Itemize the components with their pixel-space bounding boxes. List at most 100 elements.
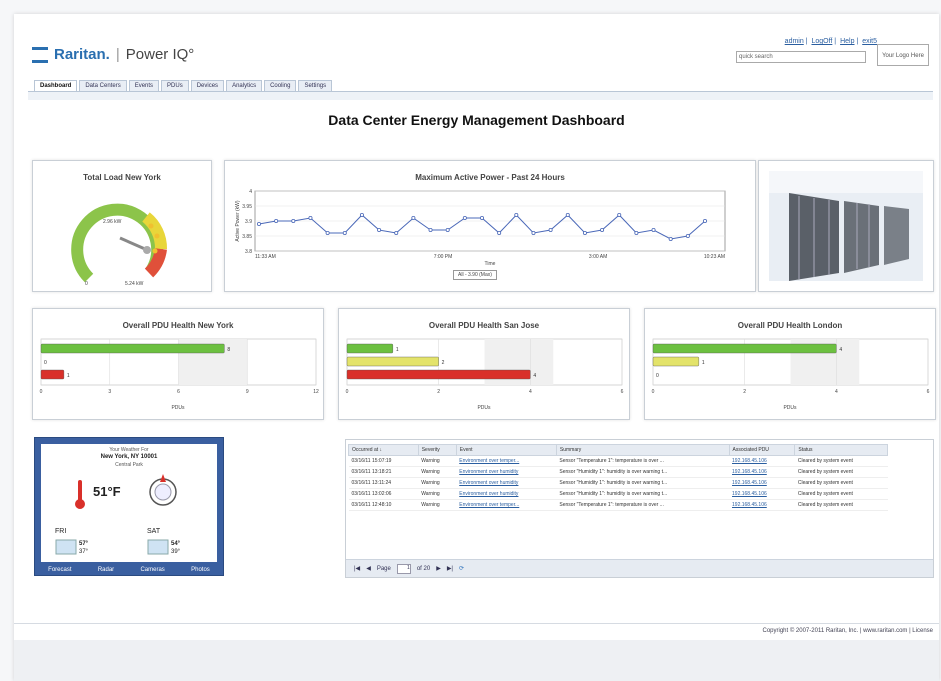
tab-cooling[interactable]: Cooling [264, 80, 297, 91]
cell-event-link[interactable]: Environment over humidity [456, 488, 557, 500]
power-data-point [582, 231, 587, 236]
tab-settings[interactable]: Settings [298, 80, 333, 91]
cell-pdu-link[interactable]: 192.168.45.106 [729, 455, 795, 467]
health-xlabel-new-york: PDUs [171, 405, 185, 411]
weather-link-photos[interactable]: Photos [191, 567, 210, 573]
power-data-point [497, 231, 502, 236]
link-logoff[interactable]: LogOff [811, 38, 832, 45]
cell-summary: Sensor "Temperature 1": temperature is o… [556, 455, 730, 467]
wind-direction-icon [160, 474, 166, 482]
next-page-icon[interactable]: ▶ [436, 565, 441, 572]
col-occurred-at[interactable]: Occurred at ↓ [348, 444, 419, 456]
page-number-input[interactable]: 1 [396, 563, 411, 574]
health-bar-label: 1 [702, 360, 705, 366]
refresh-icon[interactable]: ⟳ [459, 565, 464, 572]
cell-event-link[interactable]: Environment over temper... [456, 455, 557, 467]
table-row[interactable]: 03/16/11 13:11:24 Warning Environment ov… [348, 477, 888, 489]
gauge-panel: Total Load New York 2.96 kW 0 5.24 kW [32, 160, 212, 292]
weather-link-forecast[interactable]: Forecast [48, 567, 71, 573]
weather-content: Your Weather For New York, NY 10001 Cent… [41, 444, 217, 562]
link-exit[interactable]: exit5 [862, 38, 877, 45]
cell-summary: Sensor "Temperature 1": temperature is o… [556, 499, 730, 511]
cell-pdu-link[interactable]: 192.168.45.106 [729, 488, 795, 500]
health-bar [346, 356, 439, 367]
gauge-needle [119, 236, 146, 251]
cell-summary: Sensor "Humidity 1": humidity is over wa… [556, 488, 730, 500]
footer-copyright: Copyright © 2007-2011 Raritan, Inc. | ww… [762, 628, 933, 634]
page-label: Page [376, 565, 391, 572]
cell-occurred: 03/16/11 13:18:21 [348, 466, 419, 478]
tab-analytics[interactable]: Analytics [226, 80, 263, 91]
health-tick-label: 2 [437, 389, 440, 395]
cell-pdu-link[interactable]: 192.168.45.106 [729, 499, 795, 511]
health-bar-label: 1 [396, 347, 399, 353]
col-event[interactable]: Event [455, 444, 557, 456]
cell-event-link[interactable]: Environment over humidity [456, 466, 557, 478]
raritan-logo: Raritan. | Power IQ° [32, 46, 194, 63]
cell-occurred: 03/16/11 15:07:19 [348, 455, 419, 467]
tab-dashboard[interactable]: Dashboard [34, 80, 78, 91]
health-tick-label: 2 [743, 389, 746, 395]
link-admin[interactable]: admin [785, 38, 804, 45]
cell-pdu-link[interactable]: 192.168.45.106 [729, 477, 795, 489]
prev-page-icon[interactable]: ◀ [366, 565, 371, 572]
table-row[interactable]: 03/16/11 12:48:10 Warning Environment ov… [348, 499, 888, 511]
table-row[interactable]: 03/16/11 13:18:21 Warning Environment ov… [348, 466, 888, 478]
health-tick-label: 4 [529, 389, 532, 395]
weather-link-radar[interactable]: Radar [98, 567, 114, 573]
weather-graphics [55, 474, 177, 555]
col-associated-pdu[interactable]: Associated PDU [728, 444, 796, 456]
power-data-point [342, 231, 347, 236]
cell-severity: Warning [418, 477, 457, 489]
quick-search-input[interactable]: quick search [736, 51, 866, 63]
y-tick-label: 4 [249, 189, 252, 195]
cell-pdu-link[interactable]: 192.168.45.106 [729, 466, 795, 478]
y-tick-label: 3.85 [242, 234, 252, 240]
health-bar [40, 369, 65, 380]
cell-event-link[interactable]: Environment over temper... [456, 499, 557, 511]
gauge-marker-3 [148, 223, 154, 229]
health-tick-label: 3 [108, 389, 111, 395]
last-page-icon[interactable]: ▶| [447, 565, 453, 572]
x-tick-label: 10:23 AM [704, 254, 725, 260]
table-row[interactable]: 03/16/11 15:07:19 Warning Environment ov… [348, 455, 888, 467]
tab-data-centers[interactable]: Data Centers [79, 80, 127, 91]
health-chart-san-jose: 0 2 4 6 1 2 4 [346, 338, 624, 395]
col-status[interactable]: Status [794, 444, 888, 456]
wind-compass-inner [154, 483, 172, 501]
power-data-point [600, 228, 605, 233]
power-chart-legend: All - 3.90 (Max) [453, 270, 497, 280]
cell-event-link[interactable]: Environment over humidity [456, 477, 557, 489]
health-bar [346, 369, 531, 380]
health-panel-new-york: Overall PDU Health New York 0 3 6 9 12 8 0 1 PD… [32, 308, 324, 420]
table-row[interactable]: 03/16/11 13:02:06 Warning Environment ov… [348, 488, 888, 500]
tab-pdus[interactable]: PDUs [161, 80, 189, 91]
cell-severity: Warning [418, 466, 457, 478]
first-page-icon[interactable]: |◀ [354, 565, 360, 572]
x-tick-label: 11:33 AM [255, 254, 276, 260]
header: Raritan. | Power IQ° admin | LogOff | He… [14, 14, 939, 88]
health-bar-label: 4 [533, 373, 536, 379]
link-help[interactable]: Help [840, 38, 854, 45]
col-severity[interactable]: Severity [417, 444, 457, 456]
tab-events[interactable]: Events [128, 80, 160, 91]
col-summary[interactable]: Summary [555, 444, 730, 456]
weather-link-cameras[interactable]: Cameras [140, 567, 164, 573]
server-rack-row-2 [844, 201, 879, 273]
fri-high: 57° [79, 541, 89, 547]
gauge-hub [143, 246, 151, 254]
top-links: admin | LogOff | Help | exit5 [784, 38, 877, 45]
cell-occurred: 03/16/11 13:11:24 [348, 477, 419, 489]
tab-devices[interactable]: Devices [190, 80, 225, 91]
health-chart-london: 0 2 4 6 4 1 0 [652, 338, 930, 395]
gauge-marker-2 [152, 248, 158, 254]
health-tick-label: 9 [246, 389, 249, 395]
gauge-min: 0 [85, 281, 88, 287]
fri-weather-icon [55, 539, 77, 555]
power-chart-xlabel: Time [484, 261, 496, 267]
y-axis-label: Active Power (kW) [235, 200, 241, 241]
health-bar-label: 8 [227, 347, 230, 353]
tab-subbar [28, 92, 933, 100]
y-tick-label: 3.9 [245, 219, 252, 225]
footer: Copyright © 2007-2011 Raritan, Inc. | ww… [14, 623, 939, 640]
